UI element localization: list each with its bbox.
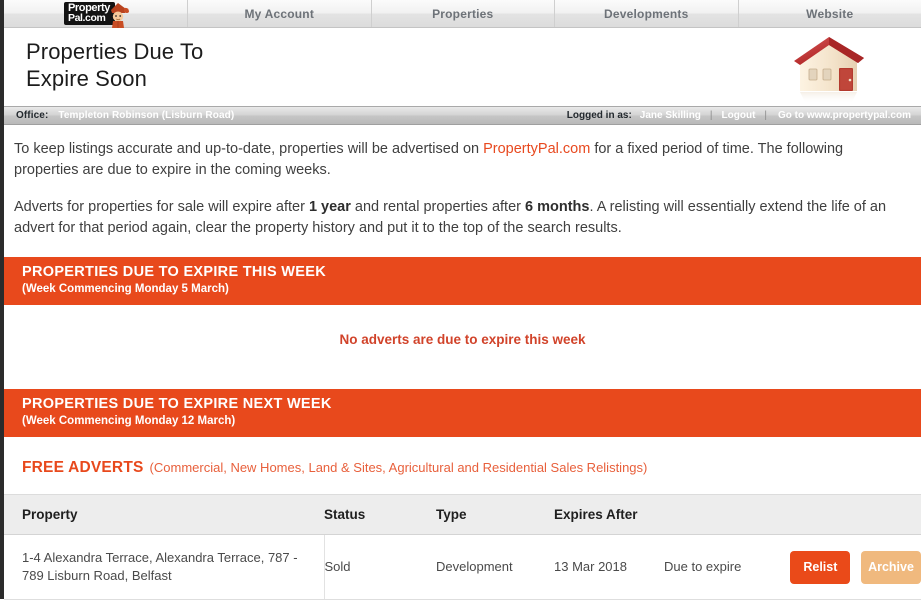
- intro-p1-before: To keep listings accurate and up-to-date…: [14, 141, 483, 157]
- logo-line-2: Pal.com: [68, 13, 110, 23]
- propertypal-brand-mention: PropertyPal.com: [483, 141, 590, 157]
- intro-p2-a: Adverts for properties for sale will exp…: [14, 199, 309, 215]
- logout-link[interactable]: Logout: [722, 110, 756, 121]
- section-header-next-week: PROPERTIES DUE TO EXPIRE NEXT WEEK (Week…: [4, 389, 921, 437]
- column-header-actions: [784, 495, 921, 535]
- cell-status: Sold: [324, 535, 436, 600]
- intro-p2-c: and rental properties after: [351, 199, 525, 215]
- cell-state: Due to expire: [664, 535, 784, 600]
- office-name: Templeton Robinson (Lisburn Road): [58, 110, 234, 121]
- column-header-state: [664, 495, 784, 535]
- site-logo[interactable]: Property Pal.com: [4, 0, 188, 27]
- sale-expiry-period: 1 year: [309, 199, 351, 215]
- free-adverts-heading: FREE ADVERTS (Commercial, New Homes, Land…: [4, 437, 921, 494]
- intro-paragraph-2: Adverts for properties for sale will exp…: [14, 197, 907, 239]
- section-subtitle: (Week Commencing Monday 5 March): [22, 282, 921, 297]
- free-adverts-title: FREE ADVERTS: [22, 459, 144, 476]
- column-header-expires-after: Expires After: [554, 495, 664, 535]
- office-label: Office:: [16, 110, 48, 121]
- nav-tab-label: Developments: [604, 7, 688, 21]
- session-info: Logged in as: Jane Skilling | Logout | G…: [567, 110, 911, 121]
- logged-in-user: Jane Skilling: [640, 110, 701, 121]
- table-header: Property Status Type Expires After: [4, 495, 921, 535]
- expiring-properties-table: Property Status Type Expires After 1-4 A…: [4, 494, 921, 600]
- this-week-empty-message: No adverts are due to expire this week: [4, 305, 921, 371]
- column-header-status: Status: [324, 495, 436, 535]
- free-adverts-subtitle: (Commercial, New Homes, Land & Sites, Ag…: [150, 460, 648, 475]
- relist-button[interactable]: Relist: [790, 551, 850, 584]
- cell-expires-after: 13 Mar 2018: [554, 535, 664, 600]
- page-root: Property Pal.com My Accou: [0, 0, 921, 599]
- cell-actions: Relist Archive: [784, 535, 921, 600]
- page-title-line-2: Expire Soon: [26, 66, 147, 91]
- top-navigation: Property Pal.com My Accou: [4, 0, 921, 28]
- logged-in-label: Logged in as:: [567, 110, 632, 121]
- table-body: 1-4 Alexandra Terrace, Alexandra Terrace…: [4, 535, 921, 600]
- mascot-icon: [105, 1, 131, 29]
- office-session-bar: Office: Templeton Robinson (Lisburn Road…: [4, 106, 921, 125]
- divider: |: [764, 110, 767, 121]
- intro-copy: To keep listings accurate and up-to-date…: [4, 125, 921, 239]
- intro-paragraph-1: To keep listings accurate and up-to-date…: [14, 139, 907, 181]
- section-subtitle: (Week Commencing Monday 12 March): [22, 414, 921, 429]
- nav-tab-my-account[interactable]: My Account: [188, 0, 372, 27]
- table-row: 1-4 Alexandra Terrace, Alexandra Terrace…: [4, 535, 921, 600]
- section-title: PROPERTIES DUE TO EXPIRE NEXT WEEK: [22, 396, 921, 413]
- nav-tab-label: Website: [806, 7, 853, 21]
- propertypal-site-link[interactable]: Go to www.propertypal.com: [778, 110, 911, 121]
- column-header-type: Type: [436, 495, 554, 535]
- nav-tab-website[interactable]: Website: [739, 0, 921, 27]
- section-header-this-week: PROPERTIES DUE TO EXPIRE THIS WEEK (Week…: [4, 257, 921, 305]
- rental-expiry-period: 6 months: [525, 199, 589, 215]
- archive-button[interactable]: Archive: [861, 551, 921, 584]
- table-header-row: Property Status Type Expires After: [4, 495, 921, 535]
- nav-tab-properties[interactable]: Properties: [372, 0, 556, 27]
- nav-tab-label: My Account: [244, 7, 314, 21]
- house-icon: [779, 30, 897, 106]
- logo-wordmark: Property Pal.com: [64, 2, 115, 25]
- nav-tab-developments[interactable]: Developments: [555, 0, 739, 27]
- nav-tab-label: Properties: [432, 7, 493, 21]
- page-title-line-1: Properties Due To: [26, 39, 203, 64]
- column-header-property: Property: [4, 495, 324, 535]
- cell-property-address: 1-4 Alexandra Terrace, Alexandra Terrace…: [4, 535, 324, 600]
- page-title-bar: Properties Due To Expire Soon: [4, 28, 921, 106]
- section-title: PROPERTIES DUE TO EXPIRE THIS WEEK: [22, 264, 921, 281]
- cell-type: Development: [436, 535, 554, 600]
- divider: |: [710, 110, 713, 121]
